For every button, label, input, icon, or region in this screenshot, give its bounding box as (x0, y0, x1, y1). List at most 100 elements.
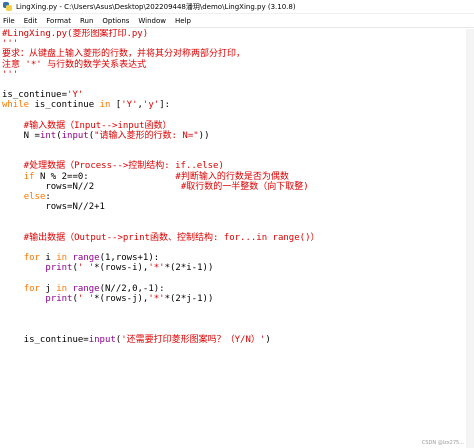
code-token: input (61, 130, 89, 141)
code-token: print (45, 263, 73, 274)
code-token: #处理数据（Process-->控制结构: if..else) (2, 161, 224, 172)
code-token: rows=N//2+1 (2, 202, 105, 213)
code-token: i (39, 253, 57, 264)
code-line: rows=N//2+1 (2, 202, 466, 212)
code-token: (1,rows+1): (99, 253, 160, 264)
menu-options[interactable]: Options (102, 17, 129, 25)
code-token: 'y' (142, 100, 160, 111)
code-token: in (56, 283, 68, 294)
menu-edit[interactable]: Edit (24, 17, 38, 25)
code-token: ' ' (77, 293, 95, 304)
code-token: *(2*j-1)) (164, 293, 214, 304)
code-token: '*' (148, 293, 165, 304)
code-token: ''' (2, 39, 19, 50)
title-bar: LingXing.py - C:\Users\Asus\Desktop\2022… (0, 0, 474, 14)
code-token: 'Y' (121, 100, 138, 111)
code-line: #处理数据（Process-->控制结构: if..else) (2, 161, 466, 171)
code-token: range (72, 283, 100, 294)
code-line: is_continue='Y' (2, 90, 466, 100)
code-token: ]: (159, 100, 171, 111)
code-token: j (39, 283, 57, 294)
code-token: for (23, 253, 40, 264)
code-token: else (23, 192, 46, 202)
window-title: LingXing.py - C:\Users\Asus\Desktop\2022… (16, 2, 296, 11)
code-token: rows=N//2 (2, 181, 181, 192)
code-token: in (99, 100, 111, 111)
code-token: )) (198, 130, 210, 141)
code-token: is_continue= (2, 90, 68, 101)
code-line: 注意 '*' 与行数的数学关系表达式 (2, 60, 466, 70)
code-token: while (2, 100, 30, 111)
code-line: ''' (2, 39, 466, 49)
code-line: for i in range(1,rows+1): (2, 253, 466, 263)
menu-run[interactable]: Run (80, 17, 93, 25)
vertical-scrollbar[interactable] (466, 29, 474, 448)
code-token: *(rows-j), (94, 293, 149, 304)
code-line: print(' '*(rows-j),'*'*(2*j-1)) (2, 294, 466, 304)
code-token: if (23, 171, 35, 182)
code-line: #输出数据（Output-->print函数、控制结构: for...in ra… (2, 233, 466, 243)
code-token: *(2*i-1)) (164, 263, 214, 274)
code-token: "请输入菱形的行数: N=" (94, 130, 199, 141)
code-token: #取行数的一半整数（向下取整) (180, 181, 309, 192)
code-line: print(' '*(rows-i),'*'*(2*i-1)) (2, 263, 466, 273)
code-line: while is_continue in ['Y','y']: (2, 100, 466, 110)
code-token: N = (2, 130, 40, 141)
code-line: is_continue=input('还需要打印菱形图案吗？（Y/N）') (2, 335, 466, 345)
menu-window[interactable]: Window (138, 17, 166, 25)
menu-file[interactable]: File (3, 17, 15, 25)
code-token: '*' (148, 263, 165, 274)
watermark-text: CSDN @lzx275... (421, 440, 464, 446)
code-line: else: (2, 192, 466, 202)
code-line: if N % 2==0: #判断输入的行数是否为偶数 (2, 172, 466, 182)
code-token: #输入数据（Input-->input函数） (2, 120, 172, 131)
code-token: ' ' (77, 263, 95, 274)
code-line: for j in range(N//2,0,-1): (2, 284, 466, 294)
code-token: '还需要打印菱形图案吗？（Y/N）' (121, 334, 266, 345)
code-line: rows=N//2 #取行数的一半整数（向下取整) (2, 182, 466, 192)
code-token: N % 2==0: (34, 171, 176, 182)
code-token: ''' (2, 69, 19, 80)
code-token: (N//2,0,-1): (99, 283, 165, 294)
python-icon (3, 2, 12, 11)
code-token: 要求：从键盘上输入菱形的行数，并将其分对称两部分打印， (2, 49, 246, 60)
code-line: N =int(input("请输入菱形的行数: N=")) (2, 131, 466, 141)
code-token: input (88, 334, 116, 345)
code-token: #LingXing.py(菱形图案打印.py) (2, 29, 149, 39)
code-token: int (39, 130, 57, 141)
code-token: *(rows-i), (94, 263, 149, 274)
code-line: 要求：从键盘上输入菱形的行数，并将其分对称两部分打印， (2, 49, 466, 59)
code-token: 'Y' (67, 90, 84, 101)
code-line: #LingXing.py(菱形图案打印.py) (2, 29, 466, 39)
menu-bar: File Edit Format Run Options Window Help (0, 14, 474, 28)
menu-help[interactable]: Help (175, 17, 191, 25)
code-token: : (45, 192, 51, 202)
code-token: [ (110, 100, 122, 111)
code-editor[interactable]: #LingXing.py(菱形图案打印.py) ''' 要求：从键盘上输入菱形的行数… (0, 29, 466, 448)
code-line: ''' (2, 70, 466, 80)
code-token: #输出数据（Output-->print函数、控制结构: for...in ra… (2, 232, 320, 243)
code-token: print (45, 293, 73, 304)
code-token: for (23, 283, 40, 294)
code-token: range (72, 253, 100, 264)
code-line: #输入数据（Input-->input函数） (2, 121, 466, 131)
menu-format[interactable]: Format (46, 17, 71, 25)
code-token: #判断输入的行数是否为偶数 (175, 171, 289, 182)
code-token: ) (265, 334, 271, 345)
